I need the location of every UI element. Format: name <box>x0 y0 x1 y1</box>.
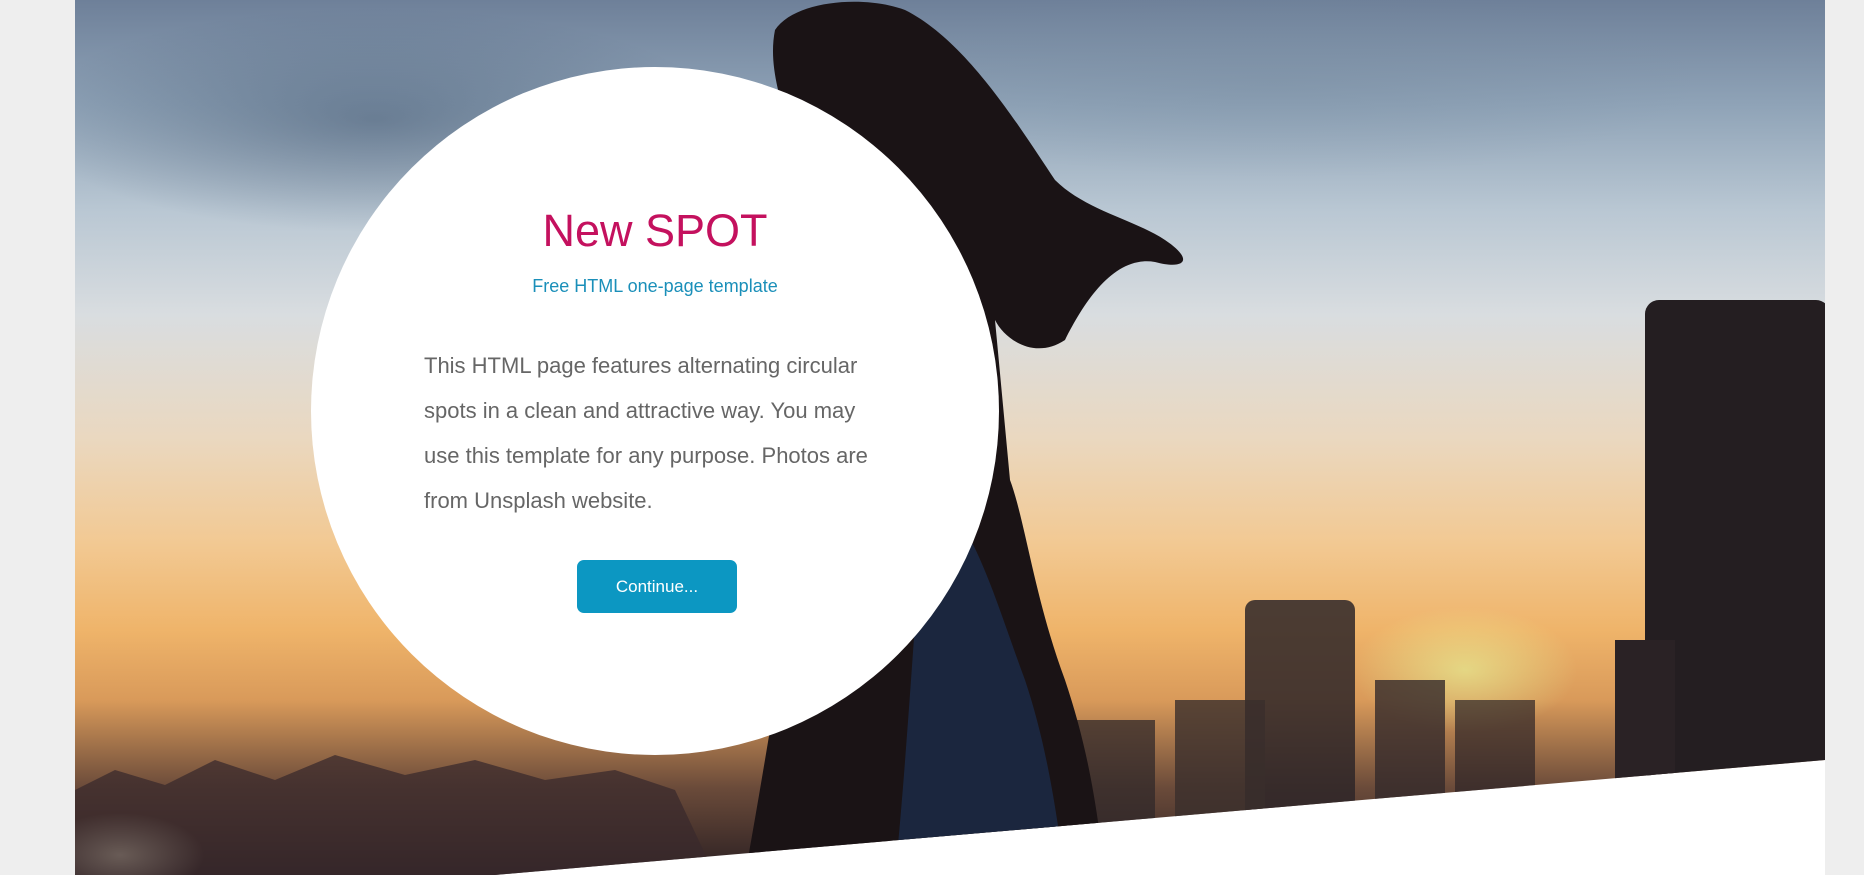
page-container: New SPOT Free HTML one-page template Thi… <box>75 0 1825 875</box>
hero-circle: New SPOT Free HTML one-page template Thi… <box>311 67 999 755</box>
hero-subtitle: Free HTML one-page template <box>532 276 778 296</box>
hero-circle-content: New SPOT Free HTML one-page template Thi… <box>311 67 999 755</box>
continue-button[interactable]: Continue... <box>577 560 737 613</box>
hero-title: New SPOT <box>542 205 768 256</box>
hero-description: This HTML page features alternating circ… <box>424 353 868 513</box>
